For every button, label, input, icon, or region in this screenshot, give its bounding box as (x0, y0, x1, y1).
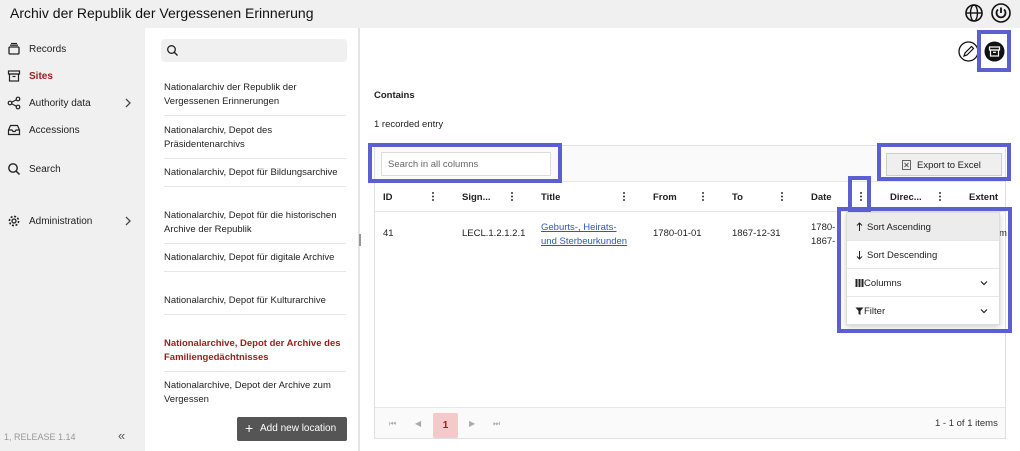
power-icon[interactable] (991, 3, 1011, 23)
nav-item-sites[interactable]: Sites (0, 66, 145, 88)
location-item[interactable]: Nationalarchiv, Depot für die historisch… (164, 209, 346, 244)
location-item[interactable]: Nationalarchiv der Republik der Vergesse… (164, 81, 346, 116)
pager-info: 1 - 1 of 1 items (935, 418, 998, 429)
chevron-right-icon[interactable] (122, 214, 134, 228)
resize-handle[interactable] (359, 234, 361, 246)
column-header-date[interactable]: Date (811, 192, 832, 203)
nav-item-administration[interactable]: Administration (0, 211, 145, 233)
release-label: 1, RELEASE 1.14 (4, 432, 76, 442)
add-location-button[interactable]: + Add new location (237, 417, 347, 441)
next-page-icon[interactable]: ▶ (469, 419, 475, 428)
nav-label: Search (29, 164, 61, 175)
nav-item-accessions[interactable]: Accessions (0, 120, 145, 142)
column-menu-icon[interactable] (938, 191, 942, 202)
column-menu-icon[interactable] (622, 191, 626, 202)
top-bar: Archiv der Republik der Vergessenen Erin… (0, 0, 1020, 28)
highlight-search (368, 143, 562, 183)
nav-item-records[interactable]: Records (0, 39, 145, 61)
app-title: Archiv der Republik der Vergessenen Erin… (10, 5, 314, 21)
column-menu-icon[interactable] (510, 191, 514, 202)
location-item[interactable]: Nationalarchiv, Depot für digitale Archi… (164, 251, 346, 272)
location-item[interactable]: Nationalarchive, Depot der Archive zum V… (164, 379, 346, 413)
gear-icon (8, 215, 20, 227)
location-list-pane: Nationalarchiv der Republik der Vergesse… (145, 28, 357, 451)
column-menu-icon[interactable] (701, 191, 705, 202)
search-icon (8, 163, 21, 176)
column-menu-icon[interactable] (431, 191, 435, 202)
stack-icon (8, 42, 20, 55)
title-link-line[interactable]: Geburts-, Heirats- (541, 221, 627, 235)
column-header-direction[interactable]: Direc... (890, 192, 922, 203)
location-item-active[interactable]: Nationalarchive, Depot der Archive des F… (164, 337, 346, 372)
left-nav: Records Sites Authority data Accessions (0, 28, 145, 451)
cell-id: 41 (383, 228, 394, 239)
location-item[interactable]: Nationalarchiv, Depot des Präsidentenarc… (164, 124, 346, 159)
collapse-sidebar-icon[interactable]: « (118, 428, 125, 443)
highlight-column-menu (837, 207, 1012, 333)
highlight-archive-button (977, 30, 1011, 72)
grid-pager: ⏮ ◀ 1 ▶ ⏭ 1 - 1 of 1 items (375, 407, 1005, 438)
title-link-line[interactable]: und Sterbeurkunden (541, 235, 627, 249)
add-location-label: Add new location (260, 423, 337, 434)
pencil-icon[interactable] (958, 41, 979, 62)
cell-title-link[interactable]: Geburts-, Heirats- und Sterbeurkunden (541, 221, 627, 249)
nav-item-search[interactable]: Search (0, 159, 145, 181)
contains-title: Contains (374, 90, 415, 101)
nav-label: Authority data (29, 98, 91, 109)
inbox-icon (7, 124, 21, 136)
location-search-input[interactable] (161, 39, 347, 62)
globe-icon[interactable] (964, 3, 984, 23)
nav-item-authority-data[interactable]: Authority data (0, 93, 145, 115)
column-header-extent[interactable]: Extent (969, 192, 998, 203)
cell-signature: LECL.1.2.1.2.1 (462, 228, 526, 239)
record-count: 1 recorded entry (374, 119, 444, 130)
previous-page-icon[interactable]: ◀ (415, 419, 421, 428)
plus-icon: + (245, 420, 254, 436)
nav-label: Accessions (29, 125, 80, 136)
column-header-from[interactable]: From (653, 192, 677, 203)
share-nodes-icon (7, 96, 21, 110)
search-icon (167, 45, 178, 56)
nav-label: Records (29, 44, 67, 55)
location-item[interactable]: Nationalarchiv, Depot für Kulturarchive (164, 294, 346, 315)
column-header-signature[interactable]: Sign... (462, 192, 491, 203)
current-page-button[interactable]: 1 (433, 413, 458, 438)
chevron-right-icon[interactable] (122, 96, 134, 110)
column-header-title[interactable]: Title (541, 192, 560, 203)
nav-label: Administration (29, 216, 93, 227)
cell-from: 1780-01-01 (653, 228, 702, 239)
column-menu-icon[interactable] (780, 191, 784, 202)
archive-box-icon (7, 70, 21, 82)
nav-label: Sites (29, 71, 53, 82)
location-item[interactable]: Nationalarchiv, Depot für Bildungsarchiv… (164, 166, 346, 187)
column-header-to[interactable]: To (732, 192, 743, 203)
highlight-export (877, 143, 1011, 181)
column-header-id[interactable]: ID (383, 192, 393, 203)
last-page-icon[interactable]: ⏭ (493, 419, 500, 429)
cell-to: 1867-12-31 (732, 228, 781, 239)
first-page-icon[interactable]: ⏮ (389, 419, 396, 429)
